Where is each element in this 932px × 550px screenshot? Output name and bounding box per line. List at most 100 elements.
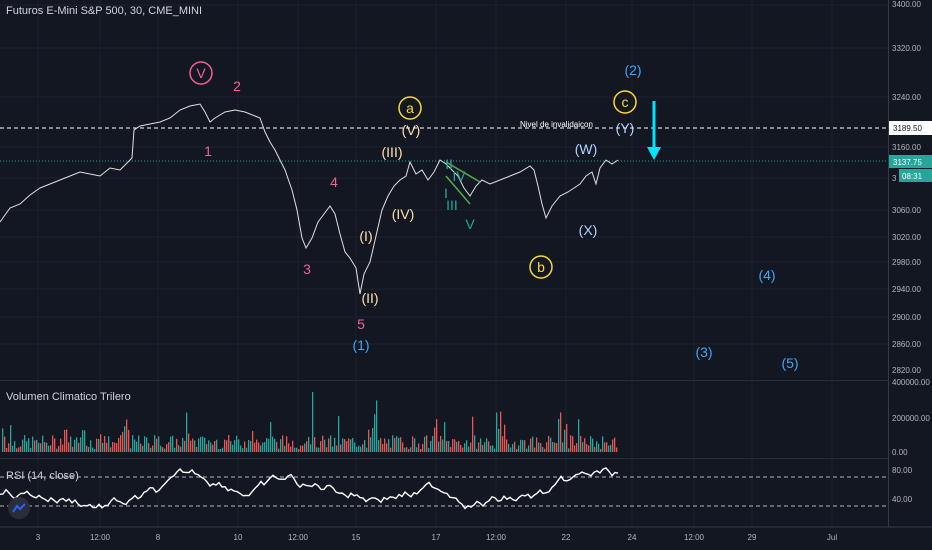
volume-bar <box>18 447 20 452</box>
volume-bar <box>612 439 614 452</box>
volume-bar <box>254 442 256 452</box>
volume-bar <box>116 443 118 452</box>
volume-bar <box>328 438 330 452</box>
volume-bar <box>604 442 606 452</box>
volume-bar <box>58 445 60 452</box>
volume-bar <box>32 436 34 452</box>
price-tick: 3060.00 <box>892 206 921 215</box>
volume-bar <box>474 435 476 452</box>
volume-bar <box>550 437 552 452</box>
volume-bar <box>496 412 498 452</box>
volume-bar <box>200 436 202 452</box>
volume-bar <box>544 448 546 452</box>
volume-bar <box>148 443 150 452</box>
wave-a-label: a <box>406 100 414 116</box>
time-tick: 29 <box>748 533 757 542</box>
time-tick: 12:00 <box>288 533 309 542</box>
volume-bar <box>270 422 272 452</box>
volume-bar <box>416 447 418 452</box>
time-tick: 3 <box>36 533 41 542</box>
pane-separator[interactable] <box>0 458 888 459</box>
volume-bar <box>364 439 366 452</box>
volume-bar <box>458 441 460 452</box>
volume-bar <box>594 446 596 452</box>
volume-bar <box>174 447 176 452</box>
volume-bar <box>324 439 326 452</box>
volume-bar <box>130 448 132 452</box>
wave-p1-label: (1) <box>352 337 369 353</box>
volume-bar <box>434 427 436 452</box>
volume-tick: 200000.00 <box>892 414 930 423</box>
volume-bar <box>414 438 416 452</box>
volume-bar <box>370 437 372 452</box>
volume-axis[interactable]: 400000.00 200000.00 0.00 <box>892 378 930 457</box>
wave-p5-label: (5) <box>781 355 798 371</box>
volume-bar <box>248 439 250 452</box>
rsi-axis[interactable]: 80.00 40.00 <box>892 466 913 504</box>
volume-bar <box>322 435 324 452</box>
volume-bar <box>168 442 170 452</box>
volume-bar <box>326 447 328 452</box>
volume-bar <box>230 441 232 452</box>
pane-separator[interactable] <box>0 380 888 381</box>
volume-bar <box>274 438 276 452</box>
price-tick: 3 <box>892 174 897 183</box>
time-tick: 12:00 <box>684 533 705 542</box>
volume-bar <box>564 429 566 452</box>
rsi-tick: 80.00 <box>892 466 913 475</box>
volume-bar <box>166 444 168 452</box>
volume-bar <box>602 436 604 452</box>
volume-bar <box>384 438 386 452</box>
volume-bar <box>228 435 230 452</box>
volume-bar <box>144 436 146 452</box>
volume-bar <box>260 445 262 452</box>
volume-bar <box>122 431 124 452</box>
volume-bar <box>452 439 454 452</box>
volume-bar <box>26 441 28 452</box>
price-chart[interactable]: V 2 1 4 3 5 (1) (2) (3) (4) (5) a b c (V… <box>0 0 932 550</box>
volume-bar <box>476 448 478 452</box>
invalidation-text: Nivel de invalidaicon <box>520 120 593 129</box>
time-axis[interactable]: 3 12:00 8 10 12:00 15 17 12:00 22 24 12:… <box>36 533 838 542</box>
time-tick: 8 <box>156 533 161 542</box>
volume-bar <box>296 447 298 452</box>
volume-bar <box>100 434 102 452</box>
volume-bar <box>436 419 438 452</box>
wave-X-label: (X) <box>579 222 598 238</box>
volume-bar <box>146 437 148 452</box>
volume-bar <box>516 448 518 452</box>
wave-III-label: (III) <box>382 144 403 160</box>
last-price-label: 3137.75 <box>893 158 922 167</box>
volume-bar <box>614 437 616 452</box>
tradingview-logo-icon[interactable] <box>8 497 30 519</box>
volume-bar <box>522 439 524 452</box>
volume-bar <box>10 425 12 452</box>
volume-bar <box>310 444 312 452</box>
volume-bar <box>120 435 122 452</box>
volume-bar <box>300 445 302 452</box>
wave-Y-label: (Y) <box>616 120 635 136</box>
volume-bar <box>600 448 602 452</box>
volume-bar <box>290 446 292 452</box>
volume-bar <box>306 441 308 452</box>
volume-bar <box>478 442 480 452</box>
volume-bar <box>444 422 446 452</box>
volume-bar <box>464 443 466 452</box>
volume-bar <box>548 435 550 452</box>
wave-b-label: b <box>537 259 545 275</box>
price-axis[interactable]: 3400.00 3320.00 3240.00 3160.00 3 3060.0… <box>892 0 921 375</box>
volume-bar <box>158 436 160 452</box>
volume-bar <box>528 445 530 452</box>
volume-bar <box>252 430 254 452</box>
volume-bar <box>66 429 68 452</box>
volume-bar <box>486 438 488 452</box>
volume-bar <box>582 442 584 452</box>
volume-bar <box>472 416 474 452</box>
time-tick: 12:00 <box>90 533 111 542</box>
volume-bar <box>198 438 200 452</box>
volume-bar <box>386 443 388 452</box>
volume-bar <box>590 436 592 452</box>
volume-bar <box>240 445 242 452</box>
volume-bar <box>182 437 184 452</box>
volume-bar <box>298 448 300 452</box>
